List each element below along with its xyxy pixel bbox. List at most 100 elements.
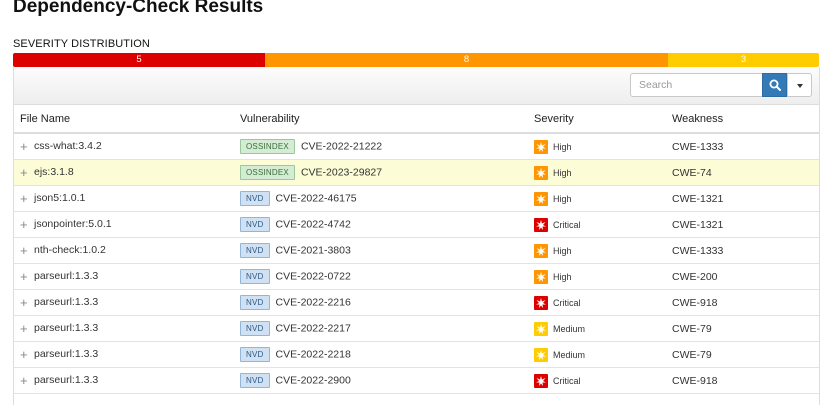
cell-severity: High: [534, 159, 672, 186]
search-options-dropdown[interactable]: [787, 73, 812, 97]
cell-file-name: + parseurl:1.3.3: [14, 289, 240, 316]
page-title: Dependency-Check Results: [13, 0, 264, 17]
header-weakness[interactable]: Weakness: [672, 105, 819, 134]
plus-icon[interactable]: +: [20, 140, 29, 153]
source-badge: NVD: [240, 243, 270, 258]
cve-id[interactable]: CVE-2021-3803: [276, 245, 351, 257]
cve-id[interactable]: CVE-2022-21222: [301, 141, 382, 153]
cve-id[interactable]: CVE-2022-4742: [276, 219, 351, 231]
severity-segment-critical[interactable]: 5: [13, 53, 265, 67]
plus-icon[interactable]: +: [20, 322, 29, 335]
cell-severity: Critical: [534, 289, 672, 316]
search-button[interactable]: [762, 73, 787, 97]
severity-label: High: [553, 167, 572, 178]
cell-weakness: CWE-79: [672, 341, 819, 368]
cell-file-name: + json5:1.0.1: [14, 185, 240, 212]
cell-weakness: CWE-79: [672, 315, 819, 342]
cell-severity: High: [534, 237, 672, 264]
severity-segment-high[interactable]: 8: [265, 53, 668, 67]
cell-weakness: CWE-74: [672, 159, 819, 186]
file-name: nth-check:1.0.2: [34, 244, 106, 257]
severity-burst-icon: [534, 295, 548, 310]
search-input[interactable]: [630, 73, 764, 97]
cve-id[interactable]: CVE-2023-29827: [301, 167, 382, 179]
cve-id[interactable]: CVE-2022-0722: [276, 271, 351, 283]
cve-id[interactable]: CVE-2022-2217: [276, 323, 351, 335]
plus-icon[interactable]: +: [20, 348, 29, 361]
table-row[interactable]: + nth-check:1.0.2 NVD CVE-2021-3803 High CWE-…: [14, 237, 819, 264]
plus-icon[interactable]: +: [20, 374, 29, 387]
weakness-id[interactable]: CWE-79: [672, 323, 712, 335]
table-row[interactable]: + parseurl:1.3.3 NVD CVE-2022-2218 Medium CWE…: [14, 341, 819, 368]
source-badge: NVD: [240, 295, 270, 310]
weakness-id[interactable]: CWE-1321: [672, 219, 723, 231]
severity-distribution-bar: 5 8 3: [13, 53, 819, 67]
file-name: parseurl:1.3.3: [34, 270, 99, 283]
header-vulnerability[interactable]: Vulnerability: [240, 105, 534, 134]
severity-burst-icon: [534, 191, 548, 206]
severity-label: High: [553, 271, 572, 282]
plus-icon[interactable]: +: [20, 244, 29, 257]
plus-icon[interactable]: +: [20, 166, 29, 179]
severity-burst-icon: [534, 321, 548, 336]
caret-down-icon: [797, 84, 803, 88]
table-row[interactable]: + parseurl:1.3.3 NVD CVE-2022-2217 Medium CWE…: [14, 315, 819, 342]
cell-vulnerability: NVD CVE-2022-2217: [240, 315, 534, 342]
cell-severity: Critical: [534, 211, 672, 238]
table-row[interactable]: + json5:1.0.1 NVD CVE-2022-46175 High CWE-132…: [14, 185, 819, 212]
cell-weakness: CWE-1333: [672, 133, 819, 160]
severity-burst-icon: [534, 373, 548, 388]
weakness-id[interactable]: CWE-1321: [672, 193, 723, 205]
table-row[interactable]: + jsonpointer:5.0.1 NVD CVE-2022-4742 Critic…: [14, 211, 819, 238]
header-severity[interactable]: Severity: [534, 105, 672, 134]
severity-burst-icon: [534, 217, 548, 232]
table-row[interactable]: + css-what:3.4.2 OSSINDEX CVE-2022-21222 Hig…: [14, 133, 819, 160]
cell-vulnerability: OSSINDEX CVE-2023-29827: [240, 159, 534, 186]
cell-severity: High: [534, 185, 672, 212]
table-header-row: File Name Vulnerability Severity Weaknes…: [14, 105, 819, 134]
cell-vulnerability: NVD CVE-2022-46175: [240, 185, 534, 212]
cell-weakness: CWE-1321: [672, 211, 819, 238]
plus-icon[interactable]: +: [20, 270, 29, 283]
header-file-name[interactable]: File Name: [14, 105, 240, 134]
severity-burst-icon: [534, 269, 548, 284]
source-badge: OSSINDEX: [240, 165, 295, 180]
cell-vulnerability: NVD CVE-2022-2218: [240, 341, 534, 368]
results-panel: File Name Vulnerability Severity Weaknes…: [13, 67, 820, 405]
severity-label: High: [553, 245, 572, 256]
cell-weakness: CWE-918: [672, 289, 819, 316]
cve-id[interactable]: CVE-2022-2900: [276, 375, 351, 387]
plus-icon[interactable]: +: [20, 296, 29, 309]
severity-segment-medium[interactable]: 3: [668, 53, 819, 67]
cell-file-name: + parseurl:1.3.3: [14, 315, 240, 342]
weakness-id[interactable]: CWE-79: [672, 349, 712, 361]
search-icon: [769, 79, 781, 91]
cell-file-name: + jsonpointer:5.0.1: [14, 211, 240, 238]
cve-id[interactable]: CVE-2022-2216: [276, 297, 351, 309]
weakness-id[interactable]: CWE-1333: [672, 141, 723, 153]
weakness-id[interactable]: CWE-74: [672, 167, 712, 179]
cell-file-name: + nth-check:1.0.2: [14, 237, 240, 264]
cell-weakness: CWE-1333: [672, 237, 819, 264]
cve-id[interactable]: CVE-2022-2218: [276, 349, 351, 361]
weakness-id[interactable]: CWE-200: [672, 271, 718, 283]
weakness-id[interactable]: CWE-918: [672, 297, 718, 309]
weakness-id[interactable]: CWE-1333: [672, 245, 723, 257]
table-row[interactable]: + parseurl:1.3.3 NVD CVE-2022-2216 Critical C…: [14, 289, 819, 316]
cell-weakness: CWE-1321: [672, 185, 819, 212]
table-row[interactable]: + parseurl:1.3.3 NVD CVE-2022-2900 Critical C…: [14, 367, 819, 394]
cell-severity: High: [534, 133, 672, 160]
table-row[interactable]: + ejs:3.1.8 OSSINDEX CVE-2023-29827 High CWE-…: [14, 159, 819, 186]
plus-icon[interactable]: +: [20, 218, 29, 231]
source-badge: NVD: [240, 347, 270, 362]
source-badge: NVD: [240, 373, 270, 388]
table-row[interactable]: + parseurl:1.3.3 NVD CVE-2022-0722 High CWE-2…: [14, 263, 819, 290]
file-name: parseurl:1.3.3: [34, 322, 99, 335]
severity-burst-icon: [534, 165, 548, 180]
file-name: ejs:3.1.8: [34, 166, 74, 179]
cell-vulnerability: NVD CVE-2022-2900: [240, 367, 534, 394]
cve-id[interactable]: CVE-2022-46175: [276, 193, 357, 205]
weakness-id[interactable]: CWE-918: [672, 375, 718, 387]
plus-icon[interactable]: +: [20, 192, 29, 205]
cell-weakness: CWE-200: [672, 263, 819, 290]
